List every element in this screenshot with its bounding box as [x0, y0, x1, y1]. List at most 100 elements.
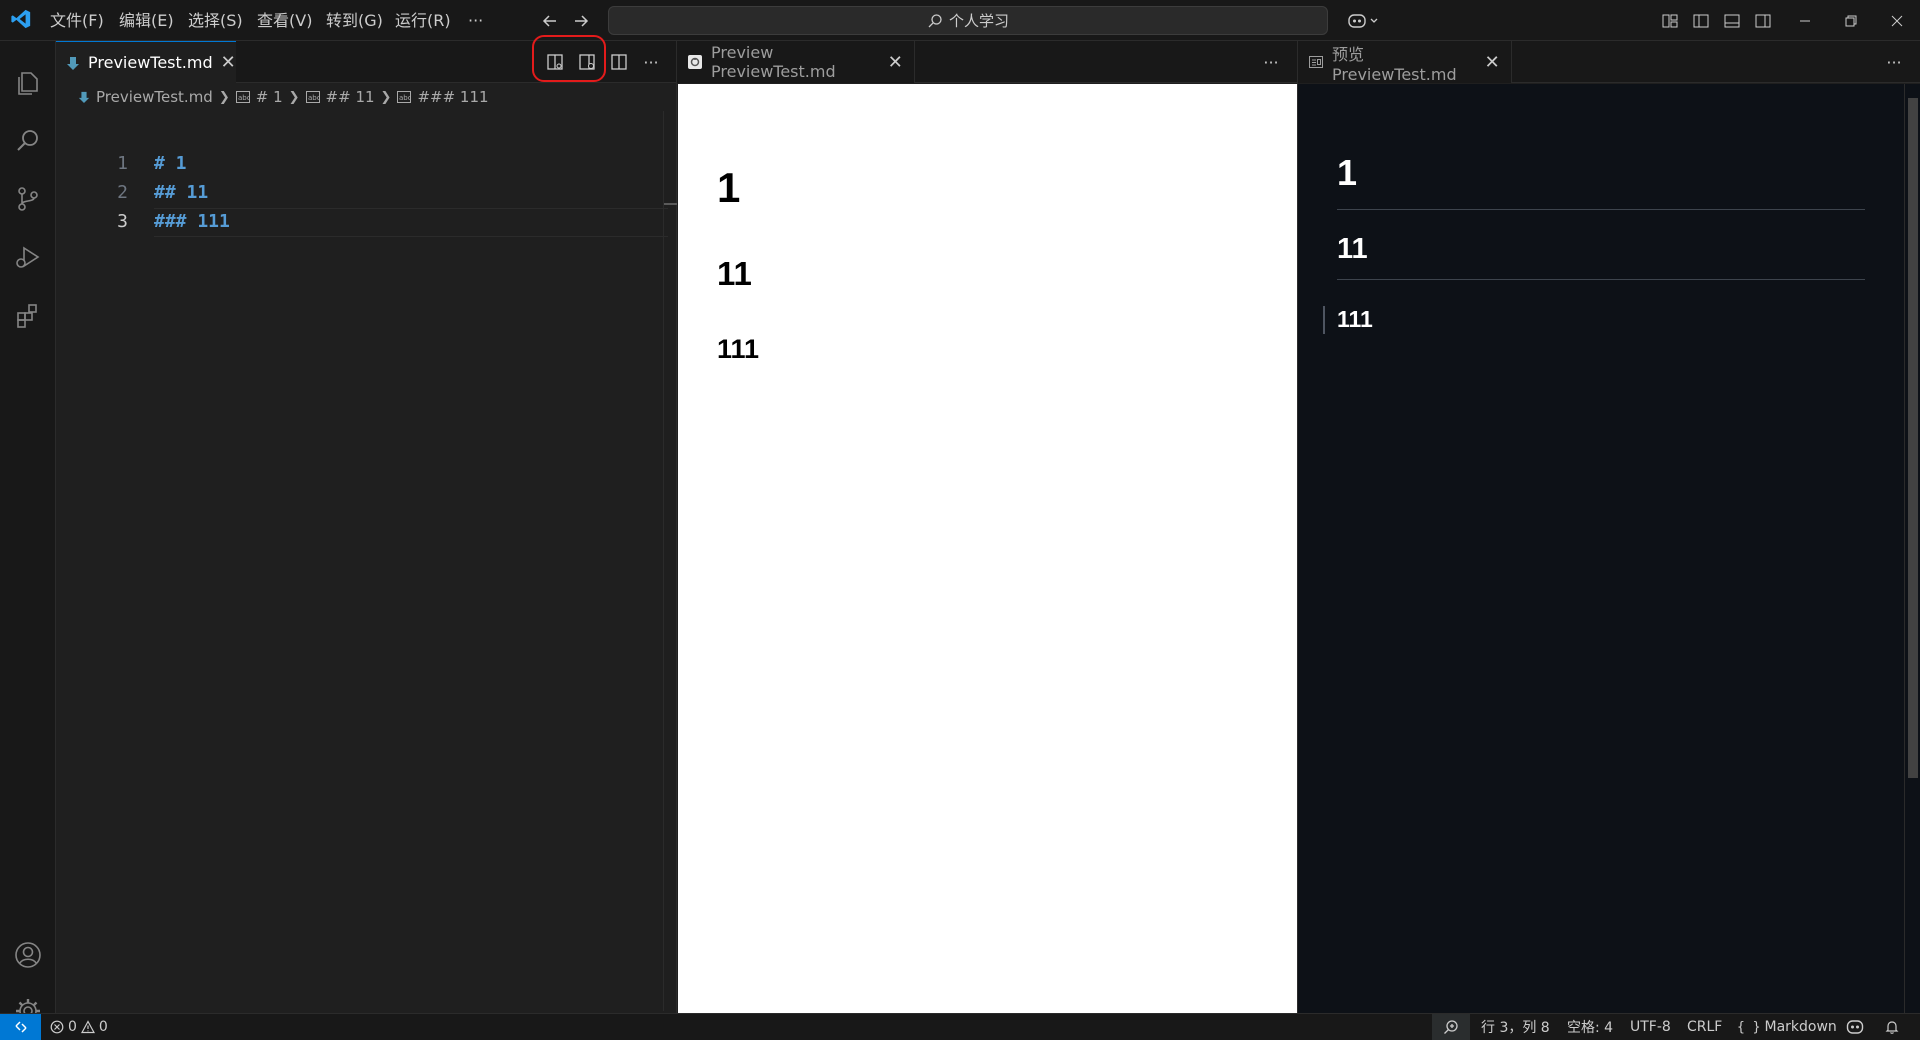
- preview-heading-3: 111: [1337, 306, 1373, 332]
- split-editor-icon[interactable]: [607, 50, 631, 74]
- markdown-preview-dark[interactable]: 1 11 111: [1298, 84, 1904, 1013]
- menu-edit[interactable]: 编辑(E): [111, 0, 182, 41]
- more-actions-button[interactable]: ···: [1882, 50, 1906, 74]
- breadcrumb-file[interactable]: PreviewTest.md: [96, 88, 213, 106]
- editor-line-2[interactable]: 2 ## 11: [56, 182, 677, 211]
- warning-icon: [80, 1020, 95, 1034]
- search-icon: [927, 13, 943, 29]
- toggle-secondary-sidebar-icon[interactable]: [1751, 9, 1775, 33]
- preview-heading-2: 11: [1337, 233, 1368, 265]
- markdown-file-icon: [78, 90, 90, 104]
- close-tab-button[interactable]: ✕: [1483, 52, 1501, 73]
- forward-arrow-icon[interactable]: [569, 9, 593, 33]
- menu-view[interactable]: 查看(V): [249, 0, 320, 41]
- preview-heading-1: 1: [1337, 152, 1358, 193]
- cursor-position[interactable]: 行 3，列 8: [1481, 1014, 1550, 1040]
- problems-indicator[interactable]: 0 0: [50, 1014, 108, 1040]
- chevron-right-icon: ❯: [218, 89, 230, 105]
- extensions-icon[interactable]: [0, 287, 56, 343]
- preview-heading-1: 1: [717, 164, 741, 211]
- menu-more[interactable]: ···: [460, 0, 491, 41]
- preview-icon: [687, 54, 703, 70]
- menu-file[interactable]: 文件(F): [42, 0, 112, 41]
- language-label: Markdown: [1764, 1019, 1837, 1035]
- line-number: 3: [117, 211, 128, 232]
- tab-preview-previewtest-md[interactable]: Preview PreviewTest.md ✕: [677, 41, 915, 83]
- editor-group-preview-dark: 预览 PreviewTest.md ✕ ··· 1 11 111: [1298, 41, 1920, 1013]
- notifications-bell-icon[interactable]: [1884, 1014, 1900, 1040]
- open-preview-icon[interactable]: [543, 50, 567, 74]
- source-control-icon[interactable]: [0, 171, 56, 227]
- more-actions-button[interactable]: ···: [1259, 50, 1283, 74]
- close-tab-button[interactable]: ✕: [221, 52, 236, 73]
- error-icon: [50, 1020, 64, 1034]
- minimize-button[interactable]: [1782, 0, 1828, 41]
- copilot-icon[interactable]: [1344, 9, 1384, 33]
- explorer-icon[interactable]: [0, 55, 56, 111]
- scrollbar-thumb[interactable]: [1908, 98, 1918, 778]
- search-view-icon[interactable]: [0, 113, 56, 169]
- remote-indicator-button[interactable]: [0, 1014, 41, 1040]
- customize-layout-icon[interactable]: [1658, 9, 1682, 33]
- breadcrumb: PreviewTest.md ❯ abc # 1 ❯ abc ## 11 ❯ a…: [78, 85, 489, 109]
- zoom-indicator[interactable]: [1432, 1014, 1470, 1040]
- accounts-icon[interactable]: [0, 927, 56, 983]
- string-symbol-icon: abc: [305, 91, 320, 103]
- chevron-right-icon: ❯: [288, 89, 300, 105]
- copilot-status-icon[interactable]: [1846, 1014, 1864, 1040]
- encoding-setting[interactable]: UTF-8: [1630, 1014, 1671, 1040]
- braces-icon: { }: [1737, 1019, 1761, 1035]
- line-number: 2: [117, 182, 128, 203]
- string-symbol-icon: abc: [235, 91, 250, 103]
- current-line-border: [154, 208, 668, 209]
- eol-setting[interactable]: CRLF: [1687, 1014, 1722, 1040]
- indentation-setting[interactable]: 空格: 4: [1567, 1014, 1613, 1040]
- current-line-border: [154, 236, 668, 237]
- restore-button[interactable]: [1828, 0, 1874, 41]
- breadcrumb-heading-3[interactable]: ### 111: [417, 88, 488, 106]
- remote-icon: [13, 1019, 29, 1035]
- scrollbar[interactable]: [663, 111, 678, 1011]
- svg-text:abc: abc: [399, 94, 411, 102]
- markdown-preview-light[interactable]: 1 11 111: [678, 84, 1297, 1013]
- activity-bar: [0, 41, 56, 1023]
- menu-selection[interactable]: 选择(S): [180, 0, 251, 41]
- menu-go[interactable]: 转到(G): [318, 0, 391, 41]
- preview-icon: [1308, 54, 1324, 70]
- code-line[interactable]: ## 11: [154, 182, 208, 203]
- scrollbar[interactable]: [1904, 84, 1920, 1013]
- editor-group-preview: Preview PreviewTest.md ✕ ··· 1 11 111: [677, 41, 1298, 1013]
- title-bar: 文件(F) 编辑(E) 选择(S) 查看(V) 转到(G) 运行(R) ··· …: [0, 0, 1920, 41]
- editor-lines[interactable]: 1 # 1: [56, 153, 677, 184]
- search-label: 个人学习: [948, 12, 1009, 30]
- close-window-button[interactable]: [1874, 0, 1920, 41]
- toggle-panel-icon[interactable]: [1720, 9, 1744, 33]
- tab-bar: PreviewTest.md ✕ ···: [56, 35, 676, 83]
- tab-bar: Preview PreviewTest.md ✕ ···: [677, 41, 1297, 83]
- warning-count: 0: [98, 1019, 108, 1035]
- close-tab-button[interactable]: ✕: [887, 52, 904, 73]
- breadcrumb-heading-2[interactable]: ## 11: [326, 88, 375, 106]
- command-center-search[interactable]: 个人学习: [608, 6, 1328, 35]
- breadcrumb-heading-1[interactable]: # 1: [256, 88, 283, 106]
- code-line[interactable]: # 1: [154, 153, 187, 174]
- open-preview-side-icon[interactable]: [575, 50, 599, 74]
- error-count: 0: [68, 1019, 77, 1035]
- run-debug-icon[interactable]: [0, 229, 56, 285]
- language-mode[interactable]: { } Markdown: [1737, 1014, 1837, 1040]
- toggle-primary-sidebar-icon[interactable]: [1689, 9, 1713, 33]
- back-arrow-icon[interactable]: [538, 9, 562, 33]
- svg-text:abc: abc: [238, 94, 250, 102]
- preview-heading-3: 111: [717, 334, 760, 364]
- editor-group-source: PreviewTest.md ✕ ··· PreviewTest.md ❯ ab…: [56, 35, 678, 1013]
- tab-previewtest-md[interactable]: PreviewTest.md ✕: [56, 41, 236, 83]
- code-line[interactable]: ### 111: [154, 211, 230, 232]
- heading-rule: [1337, 209, 1865, 210]
- line-number: 1: [117, 153, 128, 174]
- scrollbar-cursor-marker: [664, 203, 678, 205]
- tab-bar: 预览 PreviewTest.md ✕ ···: [1298, 41, 1920, 84]
- tab-yulan-previewtest-md[interactable]: 预览 PreviewTest.md ✕: [1298, 41, 1512, 84]
- more-actions-button[interactable]: ···: [639, 50, 663, 74]
- menu-run[interactable]: 运行(R): [387, 0, 459, 41]
- chevron-right-icon: ❯: [380, 89, 392, 105]
